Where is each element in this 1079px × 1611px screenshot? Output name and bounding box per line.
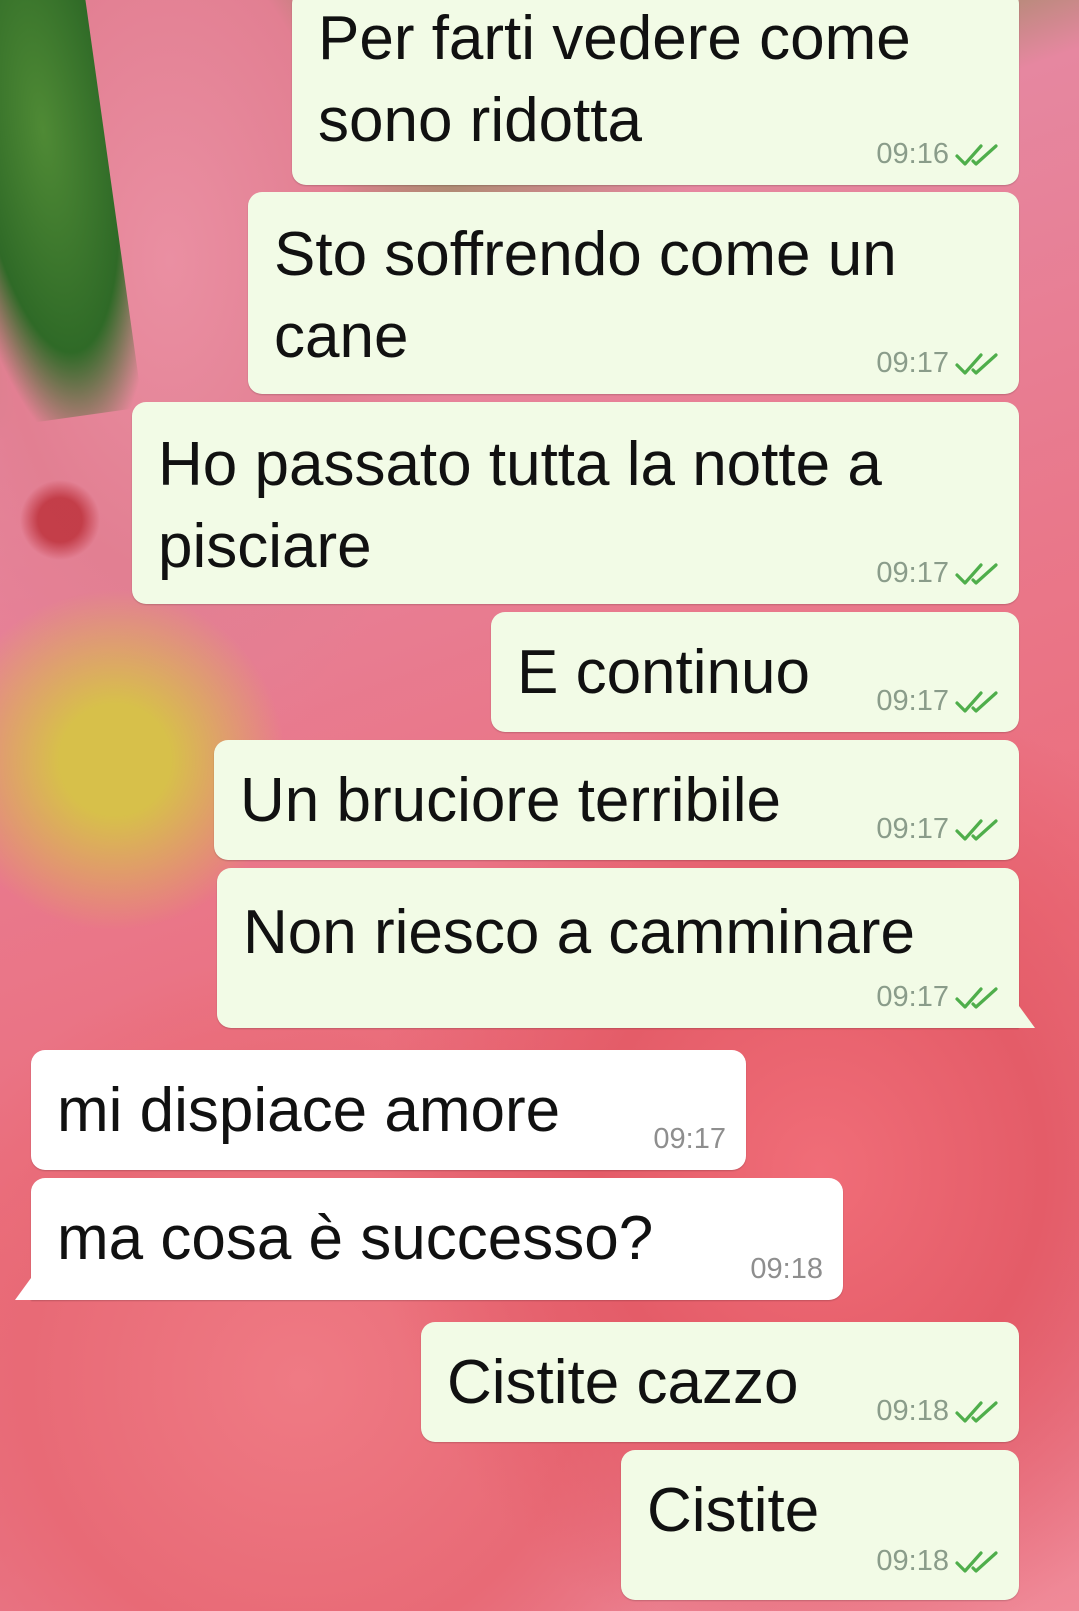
message-text: Un bruciore terribile [240,766,781,835]
bubble-tail [1019,1006,1035,1028]
double-check-icon [955,818,998,841]
message-text: Ho passato tutta la notte a pisciare [158,430,882,581]
message-bubble-outgoing[interactable]: Non riesco a camminare 09:17 [217,868,1019,1028]
message-bubble-outgoing[interactable]: Cistite cazzo 09:18 [421,1322,1019,1442]
message-time: 09:17 [653,1123,726,1155]
message-bubble-incoming[interactable]: mi dispiace amore 09:17 [31,1050,746,1170]
message-text: Cistite cazzo [447,1348,799,1417]
bubble-tail [15,1278,31,1300]
message-time: 09:17 [876,557,949,589]
message-bubble-outgoing[interactable]: Ho passato tutta la notte a pisciare 09:… [132,402,1019,604]
message-text: Non riesco a camminare [243,898,915,967]
message-bubble-outgoing[interactable]: Per farti vedere come sono ridotta 09:16 [292,0,1019,185]
message-bubble-incoming[interactable]: ma cosa è successo? 09:18 [31,1178,843,1300]
wallpaper-leaf [0,0,143,429]
message-time: 09:17 [876,981,949,1013]
double-check-icon [955,143,998,166]
double-check-icon [955,352,998,375]
message-text: ma cosa è successo? [57,1204,654,1273]
message-time: 09:17 [876,685,949,717]
message-text: mi dispiace amore [57,1076,561,1145]
message-meta: 09:16 [876,138,1001,171]
message-text: Cistite [647,1476,820,1545]
message-meta: 09:17 [876,981,1001,1014]
message-time: 09:17 [876,813,949,845]
message-meta: 09:18 [876,1545,1001,1578]
double-check-icon [955,690,998,713]
message-time: 09:16 [876,138,949,170]
message-meta: 09:18 [876,1395,1001,1428]
message-bubble-outgoing[interactable]: Un bruciore terribile 09:17 [214,740,1019,860]
message-meta: 09:17 [653,1123,726,1156]
message-time: 09:18 [750,1253,823,1285]
message-text: Per farti vedere come sono ridotta [318,4,911,155]
message-meta: 09:17 [876,347,1001,380]
message-time: 09:18 [876,1545,949,1577]
message-meta: 09:17 [876,813,1001,846]
message-meta: 09:17 [876,557,1001,590]
message-bubble-outgoing[interactable]: Sto soffrendo come un cane 09:17 [248,192,1019,394]
message-time: 09:17 [876,347,949,379]
double-check-icon [955,986,998,1009]
double-check-icon [955,1400,998,1423]
message-text: E continuo [517,638,810,707]
message-meta: 09:17 [876,685,1001,718]
double-check-icon [955,1550,998,1573]
message-bubble-outgoing[interactable]: Cistite 09:18 [621,1450,1019,1600]
double-check-icon [955,562,998,585]
message-text: Sto soffrendo come un cane [274,220,897,371]
message-bubble-outgoing[interactable]: E continuo 09:17 [491,612,1019,732]
message-time: 09:18 [876,1395,949,1427]
message-meta: 09:18 [750,1253,823,1286]
